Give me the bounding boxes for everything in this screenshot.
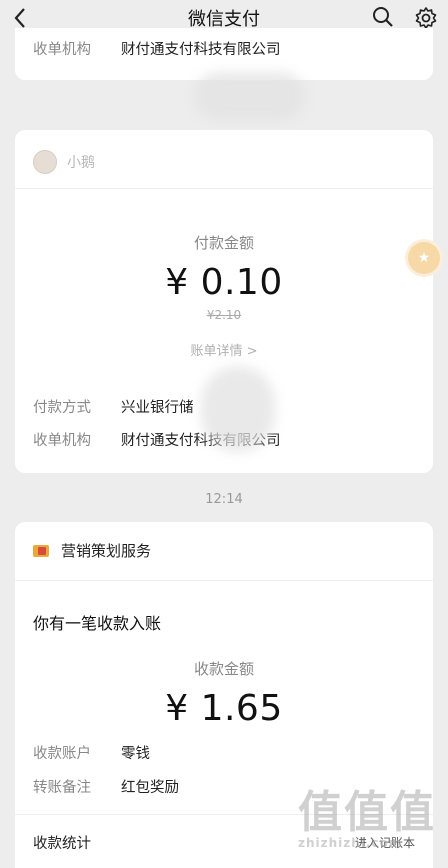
- merchant-header: 小鹅: [33, 150, 95, 174]
- watermark-logo: 值值值: [298, 787, 436, 838]
- divider: [15, 188, 433, 189]
- payment-amount: ¥ 0.10: [165, 262, 283, 303]
- acquirer-row: 收单机构 财付通支付科技有限公司: [33, 38, 281, 59]
- divider: [15, 580, 433, 581]
- payment-card[interactable]: 小鹅 付款金额 ¥ 0.10 ¥2.10 账单详情 > 付款方式 兴业银行储 收…: [15, 130, 433, 473]
- acquirer-value: 财付通支付科技有限公司: [121, 42, 281, 58]
- transfer-note-row: 转账备注 红包奖励: [33, 776, 179, 797]
- merchant-name: 小鹅: [67, 155, 95, 171]
- acquirer-label: 收单机构: [33, 42, 91, 58]
- receive-account-value: 零钱: [121, 746, 150, 762]
- star-icon[interactable]: ★: [408, 242, 440, 274]
- redaction-blur: [201, 366, 275, 452]
- red-packet-icon: [33, 544, 49, 557]
- service-name: 营销策划服务: [61, 542, 152, 560]
- watermark: 值值值 zhizhizhi.com: [298, 790, 448, 868]
- service-header: 营销策划服务: [33, 540, 151, 561]
- message-timestamp: 12:14: [205, 492, 243, 507]
- payment-method-row: 付款方式 兴业银行储: [33, 396, 194, 417]
- watermark-url: zhizhizhi.com: [298, 836, 403, 850]
- redaction-blur: [195, 72, 305, 120]
- payment-amount-label: 付款金额: [193, 234, 254, 252]
- income-headline: 你有一笔收款入账: [33, 614, 162, 633]
- income-statistics-link[interactable]: 收款统计: [33, 832, 91, 853]
- payment-method-label: 付款方式: [33, 400, 91, 416]
- payment-method-value: 兴业银行储: [121, 400, 194, 416]
- receive-account-row: 收款账户 零钱: [33, 742, 150, 763]
- acquirer-label: 收单机构: [33, 433, 91, 449]
- merchant-avatar: [33, 150, 57, 174]
- income-amount-label: 收款金额: [193, 660, 254, 678]
- transfer-note-label: 转账备注: [33, 780, 91, 796]
- original-amount: ¥2.10: [206, 308, 242, 322]
- income-amount: ¥ 1.65: [165, 688, 283, 729]
- transfer-note-value: 红包奖励: [121, 780, 179, 796]
- bill-detail-link[interactable]: 账单详情 >: [15, 340, 433, 359]
- receive-account-label: 收款账户: [33, 746, 91, 762]
